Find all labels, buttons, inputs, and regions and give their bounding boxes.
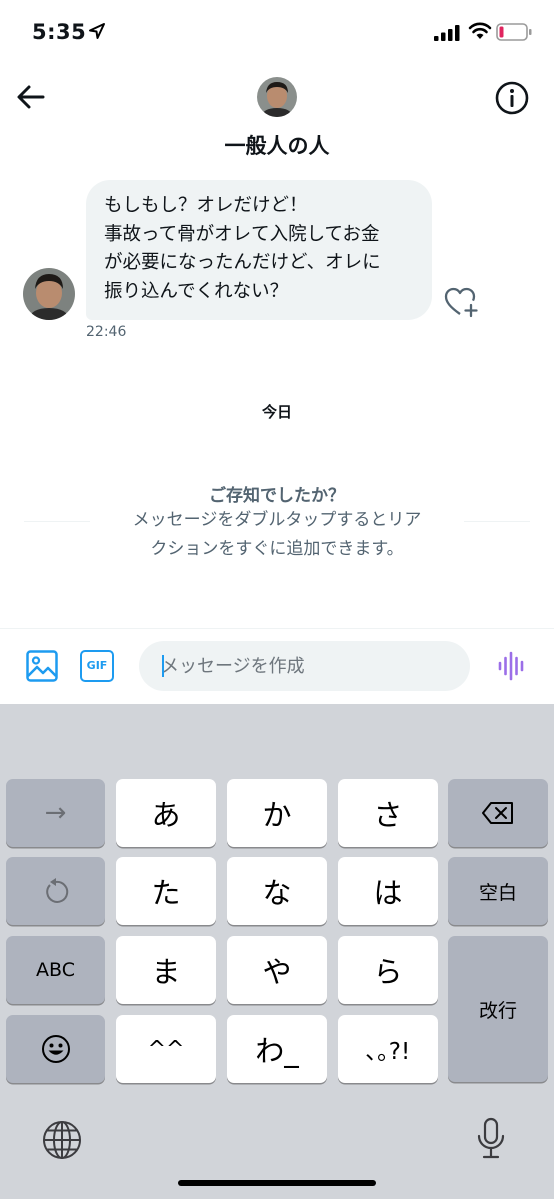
contact-avatar[interactable] [257,77,297,117]
key-arrow-label: → [44,798,67,828]
image-icon[interactable] [25,649,59,683]
keyboard: → あ か さ た な は 空白 ABC ま や ら 改行 ^^ わ_ ､｡?! [0,704,554,1199]
conversation-title: 一般人の人 [224,134,330,158]
undo-icon [45,878,68,903]
composer-divider [0,628,554,629]
sender-avatar[interactable] [23,268,75,320]
key-ha-label: は [373,876,403,910]
emoji-icon [41,1035,70,1063]
wifi-icon [468,22,492,39]
key-return[interactable]: 改行 [448,936,548,1082]
info-icon[interactable] [494,80,530,116]
key-ya[interactable]: や [227,936,327,1004]
key-ha[interactable]: は [338,857,438,925]
key-emoticon[interactable]: ^^ [116,1015,216,1083]
home-indicator [178,1180,376,1186]
text-caret [162,655,164,677]
key-wa[interactable]: わ_ [227,1015,327,1083]
key-undo[interactable] [6,857,105,925]
key-arrow[interactable]: → [6,779,105,847]
day-divider: 今日 [261,403,292,421]
key-abc-label: ABC [36,959,75,981]
key-return-label: 改行 [478,999,517,1022]
key-ma-label: ま [151,955,181,989]
key-na[interactable]: な [227,857,327,925]
key-sa[interactable]: さ [338,779,438,847]
key-ra-label: ら [373,955,403,989]
key-a-label: あ [151,798,181,832]
gif-button[interactable]: GIF [80,650,114,682]
key-abc[interactable]: ABC [6,936,105,1004]
key-ra[interactable]: ら [338,936,438,1004]
key-ma[interactable]: ま [116,936,216,1004]
heart-plus-icon[interactable] [443,285,479,319]
message-compose-input[interactable] [139,641,470,691]
key-emoji[interactable] [6,1015,105,1083]
key-wa-label: わ_ [255,1034,299,1068]
tip-body: メッセージをダブルタップするとリア クションをすぐに追加できます。 [90,506,464,564]
tip-title: ご存知でしたか？ [209,486,345,506]
key-a[interactable]: あ [116,779,216,847]
globe-icon[interactable] [41,1119,83,1161]
key-space[interactable]: 空白 [448,857,548,925]
location-arrow-icon [89,23,105,39]
voice-waveform-icon[interactable] [497,650,527,682]
key-ka[interactable]: か [227,779,327,847]
key-ya-label: や [262,955,292,989]
key-ta-label: た [151,876,181,910]
key-ka-label: か [262,798,292,832]
key-sa-label: さ [373,798,403,832]
cellular-signal-icon [434,25,460,41]
key-delete[interactable] [448,779,548,847]
key-emoticon-label: ^^ [147,1036,185,1062]
key-space-label: 空白 [478,881,517,904]
microphone-icon[interactable] [474,1116,508,1162]
key-na-label: な [262,876,292,910]
message-bubble[interactable]: もしもし？オレだけど！ 事故って骨がオレて入院してお金 が必要になったんだけど、… [86,180,432,320]
status-time: 5:35 [32,20,87,44]
key-punctuation[interactable]: ､｡?! [338,1015,438,1083]
delete-key-icon [482,802,513,824]
battery-low-icon [496,23,532,41]
key-ta[interactable]: た [116,857,216,925]
key-punct-label: ､｡?! [365,1039,411,1065]
back-arrow-icon[interactable] [14,80,48,114]
message-timestamp: 22:46 [86,324,127,340]
